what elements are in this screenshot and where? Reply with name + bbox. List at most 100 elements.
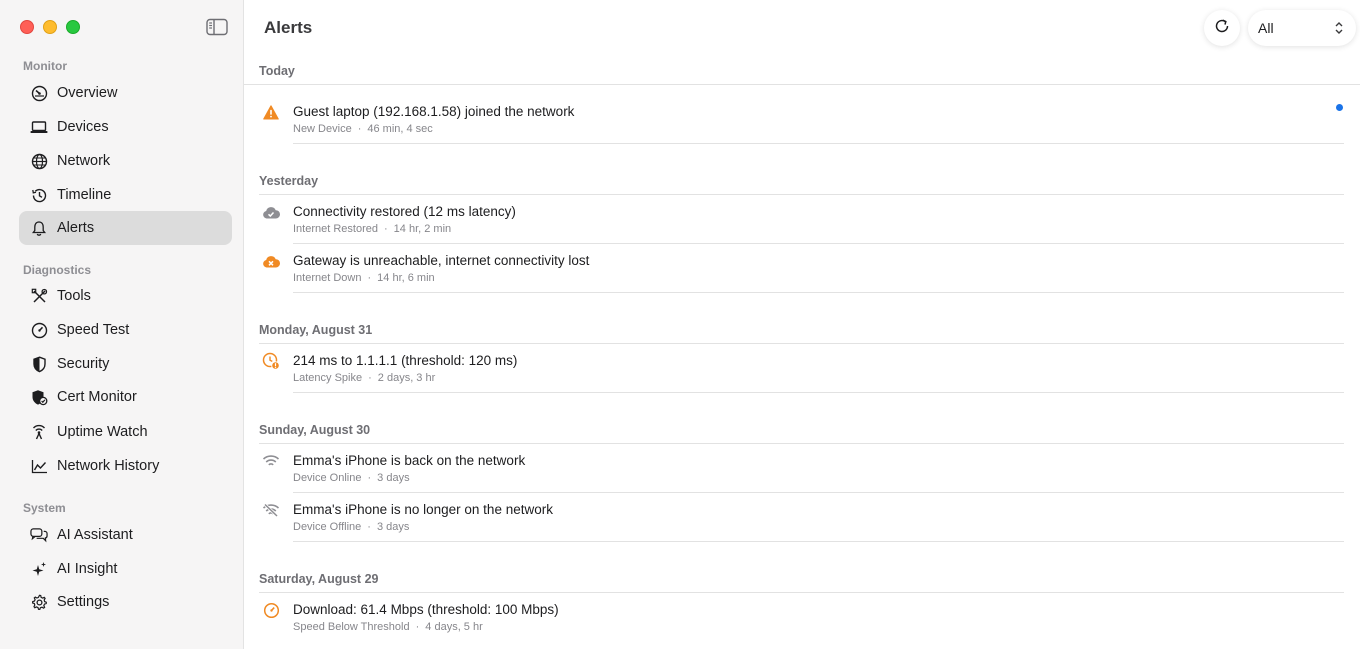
bell-icon [30, 219, 48, 237]
sidebar-item-label: Network [57, 153, 111, 169]
app-window: Monitor Overview Devices Network Timelin… [0, 0, 1360, 649]
chat-bubbles-icon [30, 526, 48, 544]
refresh-icon [1213, 17, 1231, 40]
sidebar-item-cert-monitor[interactable]: Cert Monitor [19, 380, 232, 414]
divider [244, 84, 1360, 85]
alert-row[interactable]: Emma's iPhone is back on the network Dev… [259, 444, 1344, 492]
sidebar-item-network-history[interactable]: Network History [19, 449, 232, 483]
alert-age: 46 min, 4 sec [367, 123, 433, 135]
sidebar-item-network[interactable]: Network [19, 144, 232, 178]
group-header-sunday: Sunday, August 30 [259, 423, 371, 437]
alert-row[interactable]: Connectivity restored (12 ms latency) In… [259, 195, 1344, 243]
meta-separator: · [367, 272, 372, 284]
close-window-button[interactable] [20, 20, 34, 34]
sidebar-item-overview[interactable]: Overview [19, 76, 232, 110]
wifi-slash-icon [262, 501, 280, 519]
window-controls [20, 20, 80, 34]
sidebar-item-label: Devices [57, 119, 109, 135]
alert-age: 3 days [377, 472, 410, 484]
meta-separator: · [415, 621, 420, 633]
divider [293, 392, 1344, 393]
zoom-window-button[interactable] [66, 20, 80, 34]
meta-separator: · [384, 223, 388, 235]
refresh-button[interactable] [1204, 10, 1240, 46]
alert-row[interactable]: Emma's iPhone is no longer on the networ… [259, 493, 1344, 541]
filter-selected-value: All [1258, 20, 1274, 36]
alert-meta: Speed Below Threshold · 4 days, 5 hr [293, 621, 483, 633]
group-header-yesterday: Yesterday [259, 174, 319, 188]
alert-title: Emma's iPhone is no longer on the networ… [293, 502, 553, 517]
cert-shield-icon [30, 388, 48, 406]
group-header-monday: Monday, August 31 [259, 323, 373, 337]
sidebar-section-system: System [23, 501, 66, 515]
alert-meta: Latency Spike · 2 days, 3 hr [293, 372, 435, 384]
sidebar-item-ai-assistant[interactable]: AI Assistant [19, 518, 232, 552]
alert-age: 3 days [376, 521, 410, 533]
filter-select[interactable]: All [1248, 10, 1356, 46]
alert-meta: Internet Down · 14 hr, 6 min [293, 272, 435, 284]
alert-title: 214 ms to 1.1.1.1 (threshold: 120 ms) [293, 353, 518, 368]
alert-row[interactable]: Download: 61.4 Mbps (threshold: 100 Mbps… [259, 593, 1344, 641]
alert-meta: Internet Restored · 14 hr, 2 min [293, 223, 451, 235]
sidebar-item-devices[interactable]: Devices [19, 110, 232, 144]
meta-separator: · [357, 123, 362, 135]
sidebar-item-alerts[interactable]: Alerts [19, 211, 232, 245]
alert-type: Device Online [293, 472, 362, 484]
sidebar-item-label: Timeline [57, 187, 112, 203]
speedometer-icon [30, 321, 48, 339]
wifi-icon [262, 452, 280, 470]
sidebar-item-speed-test[interactable]: Speed Test [19, 313, 232, 347]
sidebar-item-security[interactable]: Security [19, 347, 232, 381]
sidebar-item-label: AI Insight [57, 561, 118, 577]
sidebar-item-timeline[interactable]: Timeline [19, 178, 232, 212]
divider [293, 143, 1344, 144]
antenna-icon [30, 423, 48, 441]
alert-type: Latency Spike [293, 372, 363, 384]
sidebar-item-label: Network History [57, 458, 160, 474]
sidebar-item-label: Settings [57, 594, 110, 610]
alert-title: Gateway is unreachable, internet connect… [293, 253, 590, 268]
alert-age: 2 days, 3 hr [377, 372, 436, 384]
alert-age: 4 days, 5 hr [425, 621, 483, 633]
group-header-saturday: Saturday, August 29 [259, 572, 379, 586]
sidebar-item-settings[interactable]: Settings [19, 585, 232, 619]
sidebar-item-ai-insight[interactable]: AI Insight [19, 552, 232, 586]
alert-age: 14 hr, 2 min [393, 223, 452, 235]
cloud-x-icon [262, 252, 280, 270]
alert-type: Device Offline [293, 521, 362, 533]
shield-icon [30, 355, 48, 373]
cloud-check-icon [262, 203, 280, 221]
meta-separator: · [368, 372, 372, 384]
alert-type: Internet Restored [293, 223, 378, 235]
sidebar-item-label: Uptime Watch [57, 424, 148, 440]
sidebar-toggle-icon[interactable] [206, 18, 228, 36]
sidebar-item-label: Cert Monitor [57, 389, 137, 405]
sidebar-item-label: Speed Test [57, 322, 130, 338]
alert-row[interactable]: Gateway is unreachable, internet connect… [259, 244, 1344, 292]
sidebar-item-tools[interactable]: Tools [19, 279, 232, 313]
sidebar-section-monitor: Monitor [23, 59, 67, 73]
alert-type: Speed Below Threshold [293, 621, 410, 633]
sidebar-item-label: Alerts [57, 220, 95, 236]
alert-age: 14 hr, 6 min [377, 272, 435, 284]
clock-alert-icon [262, 352, 280, 370]
chart-line-icon [30, 457, 48, 475]
page-title: Alerts [264, 18, 313, 37]
alert-row[interactable]: Guest laptop (192.168.1.58) joined the n… [259, 95, 1344, 143]
sidebar-item-label: Overview [57, 85, 118, 101]
sidebar-item-uptime-watch[interactable]: Uptime Watch [19, 415, 232, 449]
overview-gauge-icon [30, 84, 48, 102]
sidebar-item-label: Tools [57, 288, 91, 304]
alert-meta: Device Online · 3 days [293, 472, 410, 484]
main-content: Alerts All Today Guest laptop (192.168.1… [244, 0, 1360, 649]
warning-triangle-icon [262, 103, 280, 121]
sidebar-section-diagnostics: Diagnostics [23, 263, 92, 277]
alert-type: Internet Down [293, 272, 362, 284]
clock-icon [30, 186, 48, 204]
alert-title: Guest laptop (192.168.1.58) joined the n… [293, 104, 575, 119]
minimize-window-button[interactable] [43, 20, 57, 34]
unread-indicator [1336, 104, 1343, 111]
alert-row[interactable]: 214 ms to 1.1.1.1 (threshold: 120 ms) La… [259, 344, 1344, 392]
tools-icon [30, 287, 48, 305]
sidebar: Monitor Overview Devices Network Timelin… [0, 0, 244, 649]
